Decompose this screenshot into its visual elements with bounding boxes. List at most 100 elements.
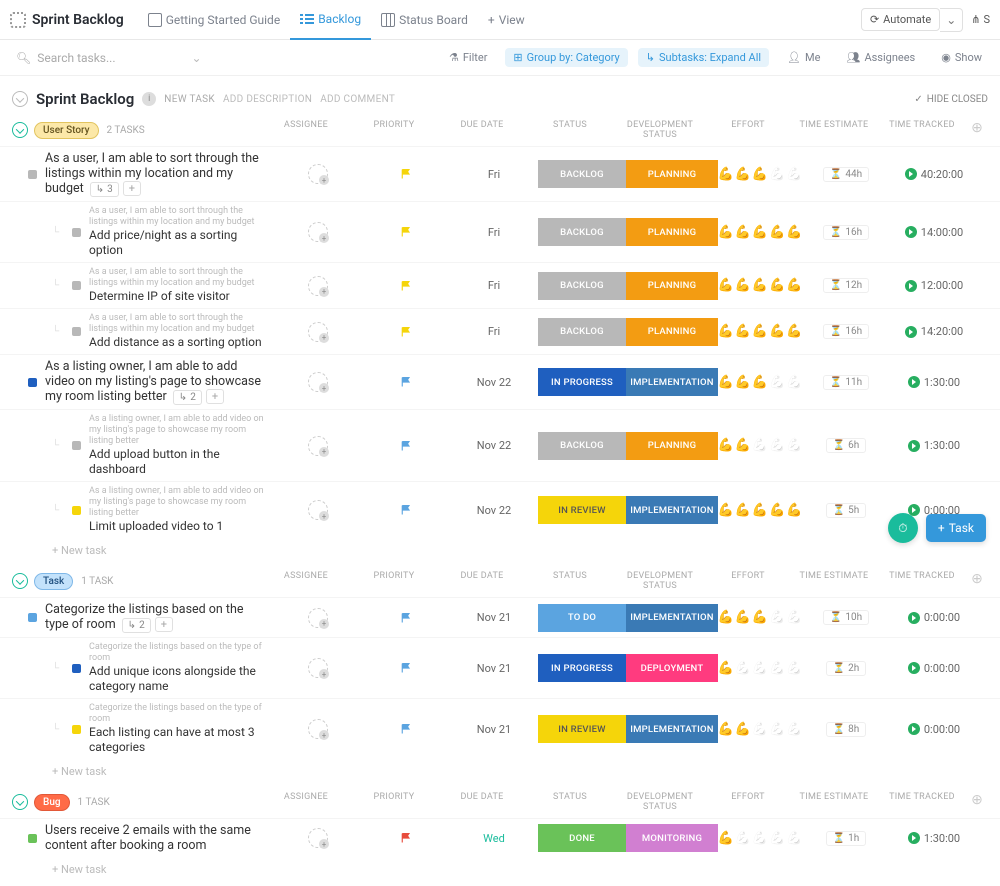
play-icon[interactable] (908, 662, 920, 674)
tracked-cell[interactable]: 40:20:00 (890, 160, 978, 188)
play-icon[interactable] (905, 326, 917, 338)
status-cell[interactable]: TO DO (538, 604, 626, 632)
status-cell[interactable]: BACKLOG (538, 318, 626, 346)
assignee-avatar[interactable] (308, 164, 328, 184)
estimate-cell[interactable]: ⏳12h (802, 272, 890, 300)
priority-cell[interactable] (362, 432, 450, 460)
status-square[interactable] (72, 441, 81, 450)
col-tracked[interactable]: TIME TRACKED (878, 120, 966, 140)
task-row[interactable]: As a user, I am able to sort through the… (0, 146, 1000, 201)
assignee-cell[interactable] (274, 368, 362, 396)
effort-cell[interactable]: 💪💪💪💪💪 (718, 368, 802, 396)
estimate-cell[interactable]: ⏳11h (802, 368, 890, 396)
col-status[interactable]: STATUS (526, 571, 614, 591)
col-assignee[interactable]: ASSIGNEE (262, 571, 350, 591)
tracked-cell[interactable]: 12:00:00 (890, 272, 978, 300)
assignee-cell[interactable] (274, 715, 362, 743)
status-square[interactable] (28, 613, 37, 622)
effort-cell[interactable]: 💪💪💪💪💪 (718, 604, 802, 632)
estimate-cell[interactable]: ⏳5h (802, 496, 890, 524)
task-row[interactable]: └ Categorize the listings based on the t… (0, 637, 1000, 698)
assignee-avatar[interactable] (308, 322, 328, 342)
estimate-cell[interactable]: ⏳6h (802, 432, 890, 460)
dev-status-cell[interactable]: IMPLEMENTATION (626, 496, 718, 524)
play-icon[interactable] (905, 226, 917, 238)
status-square[interactable] (72, 725, 81, 734)
status-square[interactable] (28, 834, 37, 843)
dev-status-cell[interactable]: IMPLEMENTATION (626, 715, 718, 743)
status-cell[interactable]: BACKLOG (538, 160, 626, 188)
col-dev-status[interactable]: DEVELOPMENT STATUS (614, 792, 706, 812)
dev-status-cell[interactable]: MONITORING (626, 824, 718, 852)
tracked-cell[interactable]: 0:00:00 (890, 715, 978, 743)
task-row[interactable]: └ As a listing owner, I am able to add v… (0, 481, 1000, 538)
priority-cell[interactable] (362, 368, 450, 396)
assignee-avatar[interactable] (308, 608, 328, 628)
estimate-cell[interactable]: ⏳10h (802, 604, 890, 632)
col-status[interactable]: STATUS (526, 120, 614, 140)
col-assignee[interactable]: ASSIGNEE (262, 792, 350, 812)
due-date-cell[interactable]: Fri (450, 160, 538, 188)
due-date-cell[interactable]: Wed (450, 824, 538, 852)
add-view-button[interactable]: +View (478, 13, 535, 27)
priority-cell[interactable] (362, 272, 450, 300)
col-estimate[interactable]: TIME ESTIMATE (790, 571, 878, 591)
assignee-avatar[interactable] (308, 828, 328, 848)
add-subtask-button[interactable]: + (206, 389, 224, 404)
effort-cell[interactable]: 💪💪💪💪💪 (718, 654, 802, 682)
priority-cell[interactable] (362, 715, 450, 743)
dev-status-cell[interactable]: PLANNING (626, 160, 718, 188)
tab-status-board[interactable]: Status Board (371, 0, 478, 40)
priority-cell[interactable] (362, 218, 450, 246)
group-badge[interactable]: Task (34, 573, 73, 590)
group-collapse-toggle[interactable] (12, 122, 28, 138)
new-task-fab[interactable]: +Task (926, 514, 986, 542)
col-dev-status[interactable]: DEVELOPMENT STATUS (614, 120, 706, 140)
dev-status-cell[interactable]: PLANNING (626, 218, 718, 246)
add-subtask-button[interactable]: + (155, 617, 173, 632)
status-cell[interactable]: IN REVIEW (538, 715, 626, 743)
dev-status-cell[interactable]: DEPLOYMENT (626, 654, 718, 682)
assignee-avatar[interactable] (308, 500, 328, 520)
assignee-avatar[interactable] (308, 658, 328, 678)
task-row[interactable]: └ As a user, I am able to sort through t… (0, 308, 1000, 354)
status-square[interactable] (72, 228, 81, 237)
group-badge[interactable]: User Story (34, 122, 99, 139)
col-dev-status[interactable]: DEVELOPMENT STATUS (614, 571, 706, 591)
col-tracked[interactable]: TIME TRACKED (878, 571, 966, 591)
subtask-count[interactable]: ↳2 (122, 618, 151, 633)
task-title[interactable]: Add distance as a sorting option (89, 335, 262, 349)
tracked-cell[interactable]: 1:30:00 (890, 824, 978, 852)
col-estimate[interactable]: TIME ESTIMATE (790, 792, 878, 812)
assignee-cell[interactable] (274, 654, 362, 682)
status-square[interactable] (28, 170, 37, 179)
group-by-button[interactable]: ⊞Group by: Category (505, 48, 627, 67)
task-title[interactable]: As a user, I am able to sort through the… (45, 151, 259, 196)
col-priority[interactable]: PRIORITY (350, 792, 438, 812)
estimate-cell[interactable]: ⏳16h (802, 218, 890, 246)
play-icon[interactable] (905, 168, 917, 180)
tracked-cell[interactable]: 0:00:00 (890, 604, 978, 632)
effort-cell[interactable]: 💪💪💪💪💪 (718, 496, 802, 524)
timer-fab[interactable]: ⏱ (888, 513, 918, 543)
add-column-button[interactable]: ⊕ (966, 120, 988, 140)
tracked-cell[interactable]: 0:00:00 (890, 654, 978, 682)
estimate-cell[interactable]: ⏳16h (802, 318, 890, 346)
assignee-cell[interactable] (274, 604, 362, 632)
task-row[interactable]: Users receive 2 emails with the same con… (0, 818, 1000, 857)
assignee-avatar[interactable] (308, 719, 328, 739)
due-date-cell[interactable]: Nov 21 (450, 604, 538, 632)
play-icon[interactable] (908, 440, 920, 452)
task-title[interactable]: Add price/night as a sorting option (89, 228, 237, 257)
due-date-cell[interactable]: Nov 22 (450, 496, 538, 524)
effort-cell[interactable]: 💪💪💪💪💪 (718, 432, 802, 460)
play-icon[interactable] (908, 723, 920, 735)
assignee-avatar[interactable] (308, 222, 328, 242)
tracked-cell[interactable]: 14:20:00 (890, 318, 978, 346)
estimate-cell[interactable]: ⏳2h (802, 654, 890, 682)
priority-cell[interactable] (362, 824, 450, 852)
due-date-cell[interactable]: Nov 22 (450, 432, 538, 460)
dev-status-cell[interactable]: PLANNING (626, 272, 718, 300)
priority-cell[interactable] (362, 160, 450, 188)
status-cell[interactable]: IN PROGRESS (538, 654, 626, 682)
